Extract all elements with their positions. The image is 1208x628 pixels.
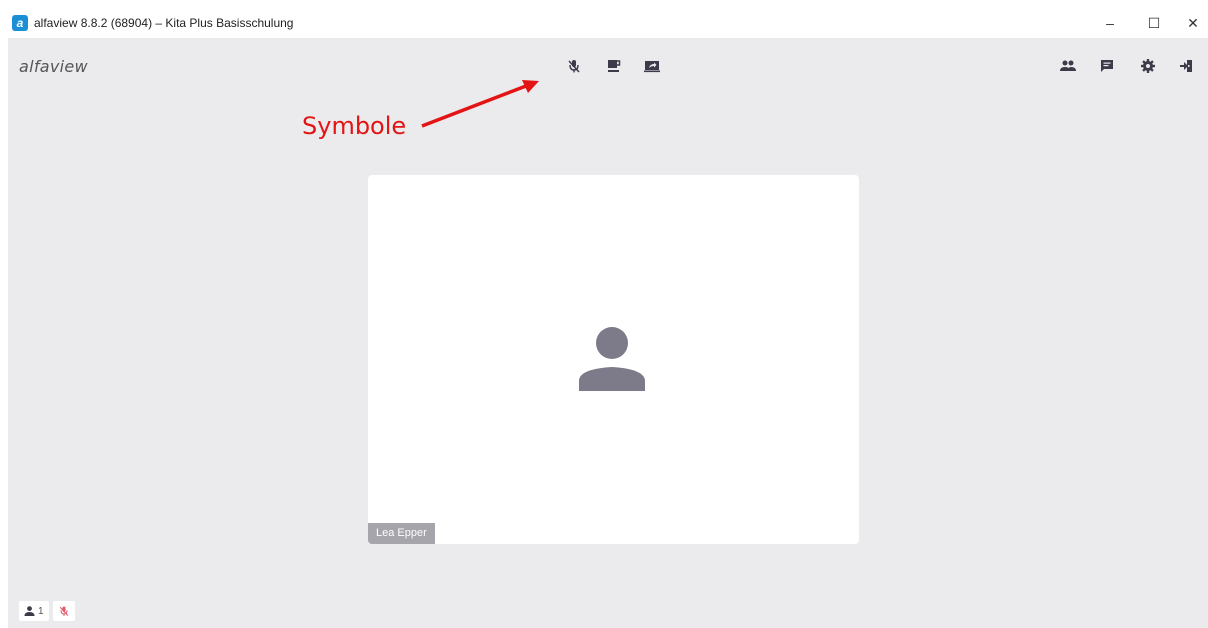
- video-tile[interactable]: Lea Epper: [368, 175, 859, 544]
- settings-icon[interactable]: [1137, 55, 1159, 77]
- coffee-break-icon[interactable]: [603, 55, 625, 77]
- exit-icon[interactable]: [1175, 55, 1197, 77]
- app-logo-icon: a: [12, 15, 28, 31]
- mic-status-chip[interactable]: [52, 601, 75, 621]
- participants-icon[interactable]: [1057, 55, 1079, 77]
- avatar-placeholder-icon: [579, 327, 645, 391]
- participant-name-tag: Lea Epper: [368, 523, 435, 544]
- alfaview-logo: alfaview: [19, 57, 88, 76]
- participant-count-chip[interactable]: 1: [19, 601, 49, 621]
- participant-count: 1: [38, 605, 44, 617]
- window-title: alfaview 8.8.2 (68904) – Kita Plus Basis…: [34, 16, 294, 30]
- close-button[interactable]: ✕: [1170, 8, 1208, 38]
- annotation-label: Symbole: [302, 112, 407, 140]
- status-bar: 1: [19, 601, 75, 621]
- annotation-arrow: [421, 80, 539, 128]
- mic-muted-icon: [59, 606, 68, 616]
- mic-muted-icon[interactable]: [563, 55, 585, 77]
- chat-icon[interactable]: [1096, 55, 1118, 77]
- window-titlebar: a alfaview 8.8.2 (68904) – Kita Plus Bas…: [0, 8, 1208, 38]
- screen-share-icon[interactable]: [641, 55, 663, 77]
- minimize-button[interactable]: –: [1087, 8, 1133, 38]
- person-icon: [24, 606, 35, 616]
- app-window: alfaview Symbole Lea Epper 1: [8, 38, 1208, 628]
